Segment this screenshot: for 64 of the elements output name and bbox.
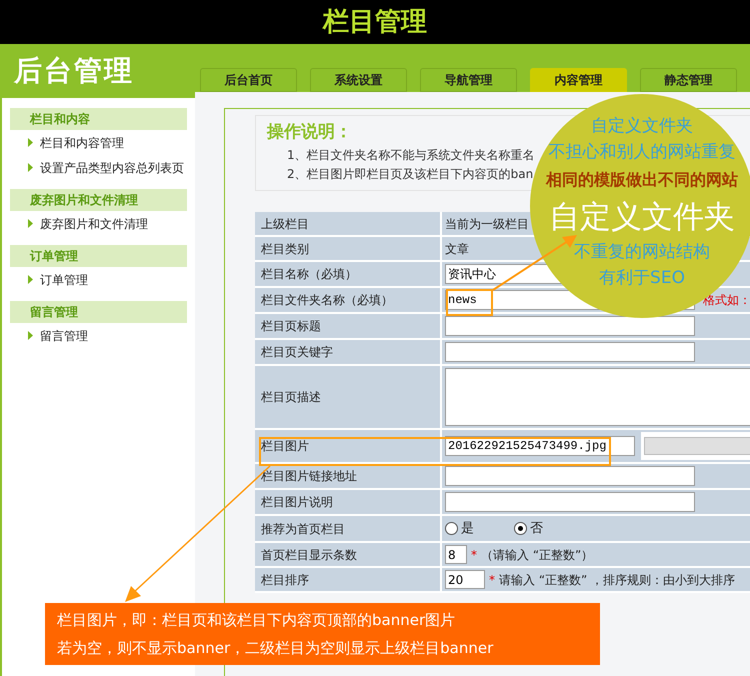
sidebar-item[interactable]: 留言管理: [40, 326, 88, 344]
highlight-frame: [446, 289, 493, 316]
field-label: 推荐为首页栏目: [261, 520, 345, 538]
field-value: 文章: [445, 240, 469, 258]
radio-option[interactable]: 否: [514, 518, 543, 538]
instruction-line: 2、栏目图片即栏目页及该栏目下内容页的ban: [287, 166, 534, 182]
file-name-field[interactable]: 201622921525473499.jpg: [445, 436, 635, 456]
required-mark: *: [489, 572, 495, 588]
page-title: 栏目管理: [323, 6, 427, 38]
sidebar-section-header: 订单管理: [10, 245, 187, 267]
field-label: 栏目图片说明: [261, 494, 333, 511]
sidebar-item[interactable]: 栏目和内容管理: [40, 134, 124, 152]
nav-tab[interactable]: 导航管理: [420, 68, 517, 92]
required-mark: *: [471, 546, 477, 564]
callout-text: 不重复的网站结构: [574, 241, 710, 264]
callout-text: 相同的模版做出不同的网站: [546, 169, 738, 191]
radio-icon[interactable]: [514, 522, 527, 535]
input-field[interactable]: [445, 492, 695, 512]
field-label: 栏目页关键字: [261, 344, 333, 361]
nav-tab[interactable]: 内容管理: [530, 68, 627, 92]
field-label: 栏目名称（必填）: [261, 266, 357, 283]
callout-text: 不担心和别人的网站重复: [548, 141, 736, 164]
field-label: 栏目页标题: [261, 318, 321, 335]
bullet-icon: [28, 219, 33, 228]
file-picker[interactable]: [641, 432, 750, 460]
radio-option[interactable]: 是: [445, 518, 474, 538]
sidebar-section-header: 废弃图片和文件清理: [10, 189, 187, 211]
sidebar-section-header: 留言管理: [10, 301, 187, 323]
logo: 后台管理: [14, 53, 134, 89]
field-label: 栏目排序: [261, 572, 309, 588]
field-label: 栏目文件夹名称（必填）: [261, 292, 393, 309]
radio-icon[interactable]: [445, 522, 458, 535]
input-field[interactable]: [445, 342, 695, 362]
number-field[interactable]: 8: [445, 545, 467, 564]
input-field[interactable]: [445, 316, 695, 336]
bullet-icon: [28, 163, 33, 172]
description-field[interactable]: [445, 368, 750, 426]
bullet-icon: [28, 138, 33, 147]
nav-tab[interactable]: 后台首页: [200, 68, 297, 92]
callout-text: 有利于SEO: [599, 267, 685, 290]
sidebar-item[interactable]: 废弃图片和文件清理: [40, 214, 148, 232]
bullet-icon: [28, 275, 33, 284]
nav-tab[interactable]: 系统设置: [310, 68, 407, 92]
nav-tab[interactable]: 静态管理: [640, 68, 737, 92]
field-label: 上级栏目: [261, 216, 309, 232]
callout-text: 自定义文件夹: [591, 115, 693, 138]
callout-text: 若为空，则不显示banner，二级栏目为空则显示上级栏目banner: [57, 638, 494, 659]
input-note: 请输入 “正整数” ，排序规则：由小到大排序: [499, 572, 736, 588]
callout-text: 自定义文件夹: [549, 198, 735, 237]
field-label: 栏目类别: [261, 240, 309, 258]
sidebar-item[interactable]: 订单管理: [40, 270, 88, 288]
instruction-line: 1、栏目文件夹名称不能与系统文件夹名称重名: [287, 146, 535, 164]
input-field[interactable]: [445, 466, 695, 486]
field-value: 当前为一级栏目: [445, 216, 529, 232]
instructions-title: 操作说明：: [267, 121, 352, 144]
sidebar-section-header: 栏目和内容: [10, 108, 187, 130]
callout-text: 栏目图片，即：栏目页和该栏目下内容页顶部的banner图片: [57, 610, 456, 631]
sidebar-item[interactable]: 设置产品类型内容总列表页: [40, 158, 184, 176]
field-label: 首页栏目显示条数: [261, 546, 357, 564]
number-field[interactable]: 20: [445, 570, 485, 589]
bullet-icon: [28, 331, 33, 340]
input-note: （请输入 “正整数”）: [481, 546, 594, 564]
field-label: 栏目页描述: [261, 389, 321, 406]
field-label: 栏目图片: [261, 438, 309, 455]
